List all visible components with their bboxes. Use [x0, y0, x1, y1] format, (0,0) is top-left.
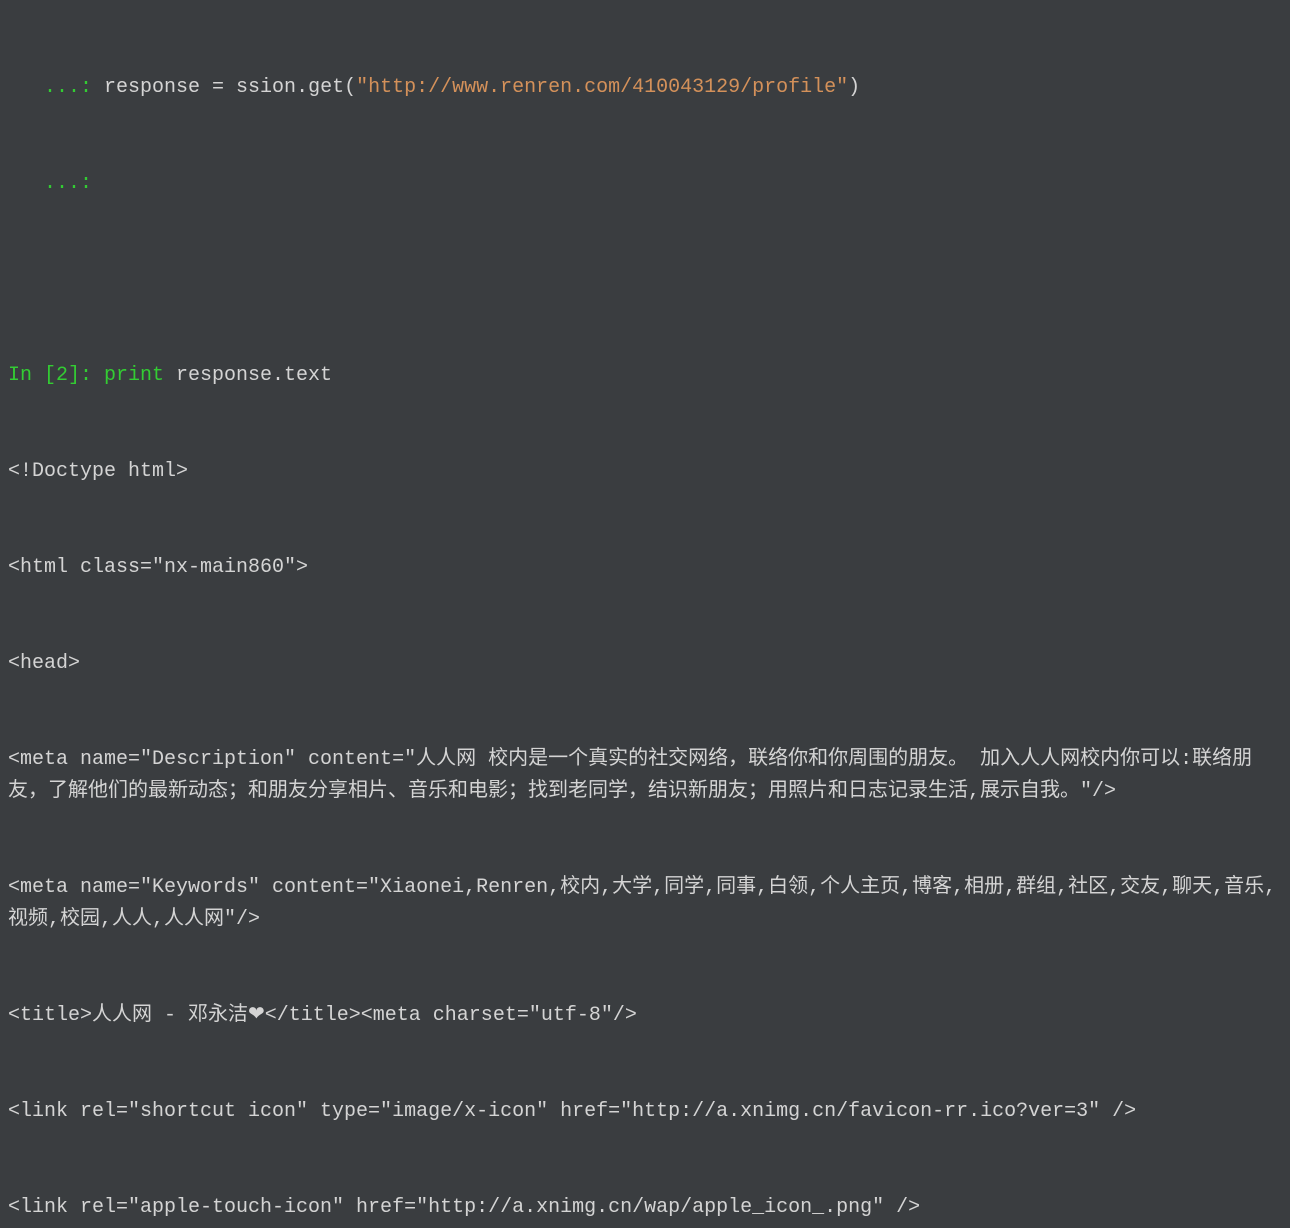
output-line: <meta name="Keywords" content="Xiaonei,R…: [0, 872, 1290, 936]
code-text: response.text: [164, 364, 332, 387]
output-line: <link rel="apple-touch-icon" href="http:…: [0, 1192, 1290, 1224]
prompt-input: In [2]:: [8, 364, 104, 387]
code-string: "http://www.renren.com/410043129/profile…: [356, 76, 848, 99]
code-text: response = ssion.get(: [104, 76, 356, 99]
code-line-2: ...:: [0, 168, 1290, 200]
output-line: <html class="nx-main860">: [0, 552, 1290, 584]
output-line: <head>: [0, 648, 1290, 680]
prompt-continuation: ...:: [8, 172, 104, 195]
keyword-print: print: [104, 364, 164, 387]
code-text: ): [848, 76, 860, 99]
code-line-1: ...: response = ssion.get("http://www.re…: [0, 72, 1290, 104]
code-line-input: In [2]: print response.text: [0, 360, 1290, 392]
terminal-output[interactable]: ...: response = ssion.get("http://www.re…: [0, 8, 1290, 1228]
output-line: <title>人人网 - 邓永洁❤</title><meta charset="…: [0, 1000, 1290, 1032]
blank-line: [0, 264, 1290, 296]
output-line: <!Doctype html>: [0, 456, 1290, 488]
output-line: <link rel="shortcut icon" type="image/x-…: [0, 1096, 1290, 1128]
output-line: <meta name="Description" content="人人网 校内…: [0, 744, 1290, 808]
prompt-continuation: ...:: [8, 76, 104, 99]
